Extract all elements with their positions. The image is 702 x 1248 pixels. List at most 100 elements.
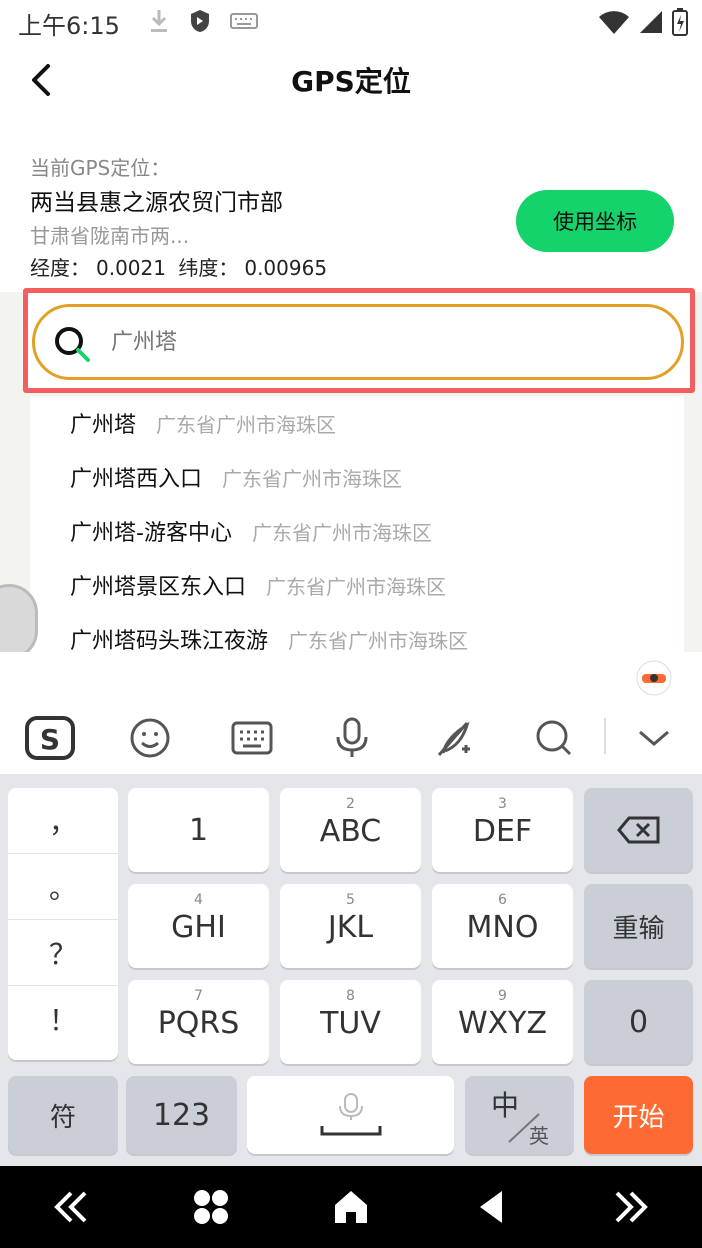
key-4[interactable]: 4 GHI [128,884,269,968]
key-letters: PQRS [157,1006,240,1041]
result-name: 广州塔码头珠江夜游 [70,629,269,652]
key-2[interactable]: 2 ABC [280,788,421,872]
signal-icon [640,11,662,33]
punct-key[interactable]: ！ [8,986,118,1052]
keyboard-icon [231,721,273,755]
retype-key[interactable]: 重输 [584,884,693,968]
search-input[interactable] [111,307,651,377]
key-number: 6 [498,892,507,908]
key-6[interactable]: 6 MNO [432,884,573,968]
result-name: 广州塔西入口 [70,467,203,492]
search-results-list: 广州塔 广东省广州市海珠区 广州塔西入口 广东省广州市海珠区 广州塔-游客中心 … [30,396,684,652]
language-switch-key[interactable]: 中 英 [465,1076,574,1154]
home-icon [335,1191,367,1223]
nav-next-button[interactable] [608,1184,654,1230]
navigation-bar [0,1166,702,1248]
double-chevron-left-icon [54,1191,87,1223]
emoji-icon [130,718,170,758]
search-box[interactable] [32,304,684,380]
result-item[interactable]: 广州塔码头珠江夜游 广东省广州市海珠区 [30,612,684,653]
gps-location-card: 当前GPS定位： 两当县惠之源农贸门市部 甘肃省陇南市两... 经度： 0.002… [0,120,702,292]
chevron-down-icon [639,730,669,746]
backspace-icon [616,816,659,844]
key-0[interactable]: 0 [584,980,693,1064]
hide-keyboard-button[interactable] [628,712,680,764]
ime-toolbar: S [0,652,702,774]
numbers-key[interactable]: 123 [126,1076,237,1154]
punctuation-column: ， 。 ？ ！ [8,788,118,1060]
key-1[interactable]: 1 [128,788,269,872]
result-name: 广州塔 [70,413,137,438]
result-item[interactable]: 广州塔景区东入口 广东省广州市海珠区 [30,558,684,612]
toolbar-divider [604,718,606,754]
key-3[interactable]: 3 DEF [432,788,573,872]
punct-key[interactable]: ， [8,788,118,854]
key-number: 9 [498,988,507,1004]
keyboard-switch-button[interactable] [226,712,278,764]
triangle-left-icon [480,1191,502,1223]
result-name: 广州塔-游客中心 [70,521,232,546]
key-number: 7 [194,988,203,1004]
key-letters: ABC [319,814,382,849]
status-system-icons [598,8,688,36]
microphone-icon [336,717,368,757]
emoji-button[interactable] [124,712,176,764]
key-letters: WXYZ [457,1006,548,1041]
ime-search-button[interactable] [528,712,580,764]
symbols-key[interactable]: 符 [8,1076,118,1154]
svg-text:S: S [40,723,60,756]
shield-icon [191,10,209,32]
nav-back-button[interactable] [468,1184,514,1230]
gps-label: 当前GPS定位： [30,156,171,180]
nav-prev-button[interactable] [48,1184,94,1230]
start-key[interactable]: 开始 [584,1076,693,1154]
slash-divider [508,1113,540,1143]
wifi-icon [599,11,629,35]
key-9[interactable]: 9 WXYZ [432,980,573,1064]
nav-apps-button[interactable] [188,1184,234,1230]
key-letters: TUV [320,1006,381,1041]
key-number: 8 [346,988,355,1004]
download-icon [151,10,167,32]
coordinates: 经度： 0.0021 纬度： 0.00965 [30,252,333,281]
punct-key[interactable]: ？ [8,920,118,986]
ime-mascot-icon[interactable] [636,660,672,696]
key-letters: JKL [327,910,374,945]
clover-icon [194,1190,228,1224]
use-coordinates-button[interactable]: 使用坐标 [516,190,674,252]
result-name: 广州塔景区东入口 [70,575,247,600]
key-number: 2 [346,796,355,812]
key-8[interactable]: 8 TUV [280,980,421,1064]
latitude-value: 0.00965 [244,256,328,280]
result-item[interactable]: 广州塔-游客中心 广东省广州市海珠区 [30,504,684,558]
search-icon [55,327,90,362]
key-7[interactable]: 7 PQRS [128,980,269,1064]
key-5[interactable]: 5 JKL [280,884,421,968]
key-number: 5 [346,892,355,908]
page-title: GPS定位 [291,65,411,98]
status-time: 上午6:15 [18,12,120,40]
space-mic-icon [320,1093,381,1136]
status-bar: 上午6:15 [0,0,702,44]
longitude-value: 0.0021 [96,256,166,280]
key-number: 3 [498,796,507,812]
handwriting-button[interactable] [428,712,480,764]
result-address: 广东省广州市海珠区 [266,574,447,599]
latitude-label: 纬度： [178,256,239,280]
sogou-logo-button[interactable]: S [24,712,76,764]
key-number: 4 [194,892,203,908]
key-letters: DEF [472,814,533,849]
app-header: GPS定位 [0,44,702,120]
key-letters: MNO [466,910,539,945]
result-item[interactable]: 广州塔西入口 广东省广州市海珠区 [30,450,684,504]
key-letters: GHI [171,910,226,945]
backspace-key[interactable] [584,788,693,872]
space-key[interactable] [247,1076,454,1154]
voice-input-button[interactable] [326,712,378,764]
location-address: 甘肃省陇南市两... [30,224,190,248]
sogou-logo-icon: S [25,716,75,760]
result-item[interactable]: 广州塔 广东省广州市海珠区 [30,396,684,450]
punct-key[interactable]: 。 [8,854,118,920]
result-address: 广东省广州市海珠区 [251,520,432,545]
nav-home-button[interactable] [328,1184,374,1230]
